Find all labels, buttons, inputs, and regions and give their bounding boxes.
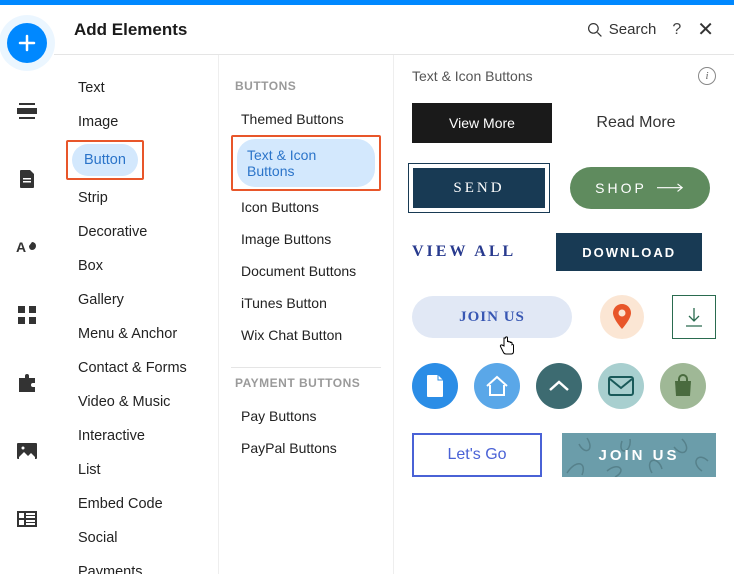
subcategory-paypal-buttons[interactable]: PayPal Buttons: [231, 432, 381, 464]
training-highlight: Text & Icon Buttons: [231, 135, 381, 191]
sample-join-us[interactable]: JOIN US: [412, 296, 572, 338]
sample-home-icon[interactable]: [474, 363, 520, 409]
help-button[interactable]: ?: [672, 21, 681, 39]
category-list: TextImage Button StripDecorativeBoxGallery…: [54, 55, 219, 574]
add-elements-panel: Add Elements Search ? ✕ TextImage Button S…: [54, 5, 734, 574]
rail-apps-icon[interactable]: [7, 295, 47, 335]
rail-plugin-icon[interactable]: [7, 363, 47, 403]
mail-icon: [608, 376, 634, 396]
sample-up-icon[interactable]: [536, 363, 582, 409]
join-us-label: JOIN US: [459, 309, 525, 326]
download-icon: [684, 306, 704, 328]
join-us-2-label: JOIN US: [598, 447, 679, 464]
search-icon: [587, 22, 603, 38]
category-decorative[interactable]: Decorative: [66, 216, 159, 248]
category-interactive[interactable]: Interactive: [66, 420, 157, 452]
subcategory-wix-chat-button[interactable]: Wix Chat Button: [231, 319, 381, 351]
search-button[interactable]: Search: [587, 21, 657, 38]
sample-view-more[interactable]: View More: [412, 103, 552, 143]
subcategory-pay-buttons[interactable]: Pay Buttons: [231, 400, 381, 432]
info-icon[interactable]: i: [698, 67, 716, 85]
sample-shop[interactable]: SHOP: [570, 167, 710, 209]
icon-button-row: [412, 363, 716, 409]
category-social[interactable]: Social: [66, 522, 130, 554]
svg-text:A: A: [16, 239, 26, 255]
category-embed-code[interactable]: Embed Code: [66, 488, 175, 520]
subheading-buttons: BUTTONS: [235, 79, 381, 93]
chevron-up-icon: [548, 379, 570, 393]
category-box[interactable]: Box: [66, 250, 115, 282]
shopping-bag-icon: [672, 374, 694, 398]
search-label: Search: [609, 21, 657, 38]
sample-pin-icon[interactable]: [600, 295, 644, 339]
category-menu-anchor[interactable]: Menu & Anchor: [66, 318, 189, 350]
rail-data-icon[interactable]: [7, 499, 47, 539]
category-payments[interactable]: Payments: [66, 556, 154, 574]
category-gallery[interactable]: Gallery: [66, 284, 136, 316]
sample-download[interactable]: DOWNLOAD: [556, 233, 702, 271]
rail-media-icon[interactable]: [7, 431, 47, 471]
panel-header: Add Elements Search ? ✕: [54, 5, 734, 55]
shop-label: SHOP: [595, 180, 647, 196]
subcategory-image-buttons[interactable]: Image Buttons: [231, 223, 381, 255]
map-pin-icon: [612, 304, 632, 330]
rail-page-icon[interactable]: [7, 159, 47, 199]
training-highlight: Button: [66, 140, 144, 180]
arrow-right-icon: [657, 183, 685, 192]
category-button[interactable]: Button: [72, 144, 138, 176]
file-icon: [425, 374, 445, 398]
sample-read-more[interactable]: Read More: [576, 103, 696, 143]
home-icon: [485, 375, 509, 397]
panel-title: Add Elements: [74, 20, 187, 40]
subcategory-itunes-button[interactable]: iTunes Button: [231, 287, 381, 319]
sample-mail-icon[interactable]: [598, 363, 644, 409]
add-button[interactable]: [7, 23, 47, 63]
category-image[interactable]: Image: [66, 106, 130, 138]
cursor-hand-icon: [498, 336, 516, 356]
sample-bag-icon[interactable]: [660, 363, 706, 409]
subcategory-themed-buttons[interactable]: Themed Buttons: [231, 103, 381, 135]
sample-send[interactable]: SEND: [412, 167, 546, 209]
left-icon-rail: A: [0, 5, 54, 574]
sample-file-icon[interactable]: [412, 363, 458, 409]
close-button[interactable]: ✕: [697, 17, 714, 42]
plus-icon: [17, 33, 37, 53]
sample-lets-go[interactable]: Let's Go: [412, 433, 542, 477]
subcategory-icon-buttons[interactable]: Icon Buttons: [231, 191, 381, 223]
preview-title: Text & Icon Buttons: [412, 68, 533, 84]
category-video-music[interactable]: Video & Music: [66, 386, 182, 418]
rail-section-icon[interactable]: [7, 91, 47, 131]
subcategory-document-buttons[interactable]: Document Buttons: [231, 255, 381, 287]
subheading-payment: PAYMENT BUTTONS: [235, 376, 381, 390]
category-list[interactable]: List: [66, 454, 113, 486]
category-strip[interactable]: Strip: [66, 182, 120, 214]
preview-area: Text & Icon Buttons i View More Read Mor…: [394, 55, 734, 574]
subcategory-text-icon-buttons[interactable]: Text & Icon Buttons: [237, 139, 375, 187]
category-contact-forms[interactable]: Contact & Forms: [66, 352, 199, 384]
category-text[interactable]: Text: [66, 72, 117, 104]
sample-join-us-2[interactable]: JOIN US: [562, 433, 716, 477]
sample-view-all[interactable]: VIEW ALL: [412, 243, 516, 261]
divider: [231, 367, 381, 368]
rail-design-icon[interactable]: A: [7, 227, 47, 267]
sample-download-square[interactable]: [672, 295, 716, 339]
subcategory-list: BUTTONS Themed Buttons Text & Icon Button…: [219, 55, 394, 574]
